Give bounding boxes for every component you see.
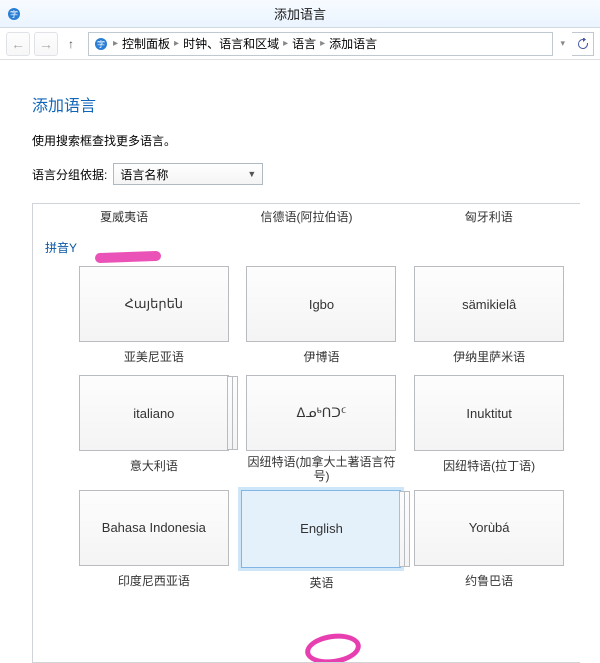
chevron-right-icon: ▸ [281, 38, 290, 49]
language-caption: 意大利语 [73, 451, 235, 484]
language-native: Inuktitut [466, 406, 512, 421]
breadcrumb-item[interactable]: 控制面板 [122, 35, 170, 52]
language-caption: 信德语(阿拉伯语) [221, 204, 391, 233]
language-caption: 因纽特语(拉丁语) [408, 451, 570, 484]
language-tile: Inuktitut [414, 375, 564, 451]
breadcrumb[interactable]: 字 ▸ 控制面板 ▸ 时钟、语言和区域 ▸ 语言 ▸ 添加语言 [88, 32, 553, 56]
breadcrumb-item[interactable]: 时钟、语言和区域 [183, 35, 279, 52]
language-native: sämikielâ [462, 297, 516, 312]
language-caption: 亚美尼亚语 [73, 342, 235, 375]
language-item[interactable]: Igbo 伊博语 [241, 266, 403, 375]
refresh-button[interactable] [572, 32, 594, 56]
language-item[interactable]: sämikielâ 伊纳里萨米语 [408, 266, 570, 375]
breadcrumb-dropdown[interactable]: ▾ [557, 38, 568, 49]
language-native: Igbo [309, 297, 334, 312]
language-tile: Yorùbá [414, 490, 564, 566]
chevron-right-icon: ▸ [318, 38, 327, 49]
language-caption: 夏威夷语 [39, 204, 209, 233]
language-item[interactable]: English 英语 [241, 490, 403, 601]
refresh-icon [577, 38, 589, 50]
language-tile: italiano [79, 375, 229, 451]
group-select[interactable]: 语言名称 ▼ [113, 163, 263, 185]
language-item[interactable]: Inuktitut 因纽特语(拉丁语) [408, 375, 570, 490]
language-native: Հայերեն [125, 296, 183, 312]
page-content: 添加语言 使用搜索框查找更多语言。 语言分组依据: 语言名称 ▼ 夏威夷语 信德… [0, 60, 600, 663]
annotation-circle [303, 630, 363, 663]
group-label: 语言分组依据: [32, 166, 107, 183]
forward-button[interactable]: → [34, 32, 58, 56]
language-item[interactable]: Bahasa Indonesia 印度尼西亚语 [73, 490, 235, 601]
language-caption: 因纽特语(加拿大土著语言符号) [241, 451, 403, 490]
group-select-value: 语言名称 [120, 166, 168, 183]
language-item[interactable]: ᐃᓄᒃᑎᑐᑦ 因纽特语(加拿大土著语言符号) [241, 375, 403, 490]
back-button[interactable]: ← [6, 32, 30, 56]
language-tile: ᐃᓄᒃᑎᑐᑦ [246, 375, 396, 451]
language-item[interactable]: Հայերեն 亚美尼亚语 [73, 266, 235, 375]
language-native: Yorùbá [469, 520, 510, 535]
up-button[interactable]: ↑ [62, 37, 80, 51]
language-grid: Հայերեն 亚美尼亚语 Igbo 伊博语 sämikielâ 伊纳里萨米语 … [33, 258, 580, 601]
window-titlebar: 字 添加语言 [0, 0, 600, 28]
language-native: Bahasa Indonesia [102, 520, 206, 535]
language-caption: 伊博语 [241, 342, 403, 375]
nav-toolbar: ← → ↑ 字 ▸ 控制面板 ▸ 时钟、语言和区域 ▸ 语言 ▸ 添加语言 ▾ [0, 28, 600, 60]
chevron-right-icon: ▸ [111, 38, 120, 49]
language-item[interactable]: Yorùbá 约鲁巴语 [408, 490, 570, 601]
prev-group-captions: 夏威夷语 信德语(阿拉伯语) 匈牙利语 [33, 204, 580, 233]
language-tile: Igbo [246, 266, 396, 342]
svg-text:字: 字 [10, 9, 18, 19]
language-tile: Bahasa Indonesia [79, 490, 229, 566]
language-item[interactable]: italiano 意大利语 [73, 375, 235, 490]
language-tile: Հայերեն [79, 266, 229, 342]
arrow-right-icon: → [39, 37, 53, 51]
language-caption: 匈牙利语 [404, 204, 574, 233]
window-title: 添加语言 [274, 4, 326, 23]
language-native: ᐃᓄᒃᑎᑐᑦ [297, 405, 347, 421]
language-caption: 约鲁巴语 [408, 566, 570, 599]
language-native: English [300, 521, 343, 536]
breadcrumb-item[interactable]: 添加语言 [329, 35, 377, 52]
language-caption: 伊纳里萨米语 [408, 342, 570, 375]
window-icon: 字 [6, 6, 22, 22]
language-caption: 印度尼西亚语 [73, 566, 235, 599]
language-caption: 英语 [241, 568, 403, 601]
svg-text:字: 字 [97, 39, 105, 49]
arrow-left-icon: ← [11, 37, 25, 51]
chevron-down-icon: ▼ [247, 169, 256, 179]
language-native: italiano [133, 406, 174, 421]
group-row: 语言分组依据: 语言名称 ▼ [32, 163, 580, 185]
chevron-right-icon: ▸ [172, 38, 181, 49]
language-tile: sämikielâ [414, 266, 564, 342]
page-title: 添加语言 [32, 92, 580, 116]
language-tile-selected: English [241, 490, 401, 568]
breadcrumb-icon: 字 [93, 36, 109, 52]
language-list[interactable]: 夏威夷语 信德语(阿拉伯语) 匈牙利语 拼音Y Հայերեն 亚美尼亚语 Ig… [32, 203, 580, 663]
page-subtitle: 使用搜索框查找更多语言。 [32, 132, 580, 149]
breadcrumb-item[interactable]: 语言 [292, 35, 316, 52]
